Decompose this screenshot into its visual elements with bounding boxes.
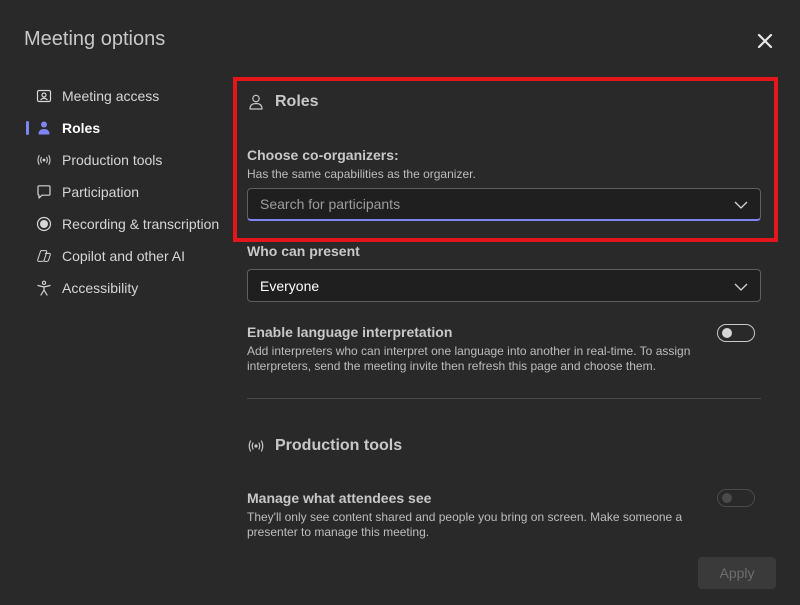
who-can-present-value: Everyone bbox=[260, 277, 320, 294]
section-divider bbox=[247, 398, 761, 399]
chat-icon bbox=[36, 184, 52, 200]
sidebar-item-meeting-access[interactable]: Meeting access bbox=[24, 80, 229, 112]
accessibility-icon bbox=[36, 280, 52, 296]
language-interpretation-label: Enable language interpretation bbox=[247, 324, 453, 340]
sidebar-item-label: Copilot and other AI bbox=[62, 248, 185, 264]
person-outline-icon bbox=[247, 93, 265, 111]
toggle-knob bbox=[722, 493, 732, 503]
sidebar-item-label: Meeting access bbox=[62, 88, 160, 104]
manage-attendees-help: They'll only see content shared and peop… bbox=[247, 510, 683, 539]
sidebar-item-label: Production tools bbox=[62, 152, 163, 168]
sidebar-item-accessibility[interactable]: Accessibility bbox=[24, 272, 229, 304]
broadcast-icon bbox=[247, 437, 265, 455]
sidebar-nav: Meeting access Roles Production tools Pa… bbox=[24, 80, 229, 304]
sidebar-item-production-tools[interactable]: Production tools bbox=[24, 144, 229, 176]
chevron-down-icon bbox=[734, 278, 748, 294]
roles-section-heading: Roles bbox=[247, 93, 319, 111]
sidebar-item-recording[interactable]: Recording & transcription bbox=[24, 208, 229, 240]
search-placeholder: Search for participants bbox=[260, 196, 401, 212]
sidebar-item-label: Recording & transcription bbox=[62, 216, 220, 232]
sidebar-item-roles[interactable]: Roles bbox=[24, 112, 229, 144]
apply-button[interactable]: Apply bbox=[698, 557, 776, 589]
toggle-knob bbox=[722, 328, 732, 338]
who-can-present-dropdown[interactable]: Everyone bbox=[247, 269, 761, 302]
language-interpretation-toggle[interactable] bbox=[717, 324, 755, 342]
co-organizers-search[interactable]: Search for participants bbox=[247, 188, 761, 221]
copilot-icon bbox=[36, 248, 52, 264]
production-tools-section-heading: Production tools bbox=[247, 437, 402, 455]
dialog-title: Meeting options bbox=[24, 28, 166, 50]
person-card-icon bbox=[36, 88, 52, 104]
record-icon bbox=[36, 216, 52, 232]
sidebar-item-label: Participation bbox=[62, 184, 140, 200]
section-title: Roles bbox=[275, 93, 319, 110]
sidebar-item-label: Accessibility bbox=[62, 280, 139, 296]
co-organizers-label: Choose co-organizers: bbox=[247, 147, 399, 163]
close-button[interactable] bbox=[752, 28, 778, 54]
person-icon bbox=[36, 120, 52, 136]
section-title: Production tools bbox=[275, 437, 403, 454]
chevron-down-icon bbox=[734, 196, 748, 212]
sidebar-item-copilot[interactable]: Copilot and other AI bbox=[24, 240, 229, 272]
co-organizers-help: Has the same capabilities as the organiz… bbox=[247, 167, 476, 181]
sidebar-item-label: Roles bbox=[62, 120, 101, 136]
broadcast-icon bbox=[36, 152, 52, 168]
language-interpretation-help: Add interpreters who can interpret one l… bbox=[247, 344, 691, 373]
manage-attendees-label: Manage what attendees see bbox=[247, 490, 432, 506]
who-can-present-label: Who can present bbox=[247, 243, 360, 259]
sidebar-item-participation[interactable]: Participation bbox=[24, 176, 229, 208]
close-icon bbox=[757, 33, 773, 49]
manage-attendees-toggle[interactable] bbox=[717, 489, 755, 507]
